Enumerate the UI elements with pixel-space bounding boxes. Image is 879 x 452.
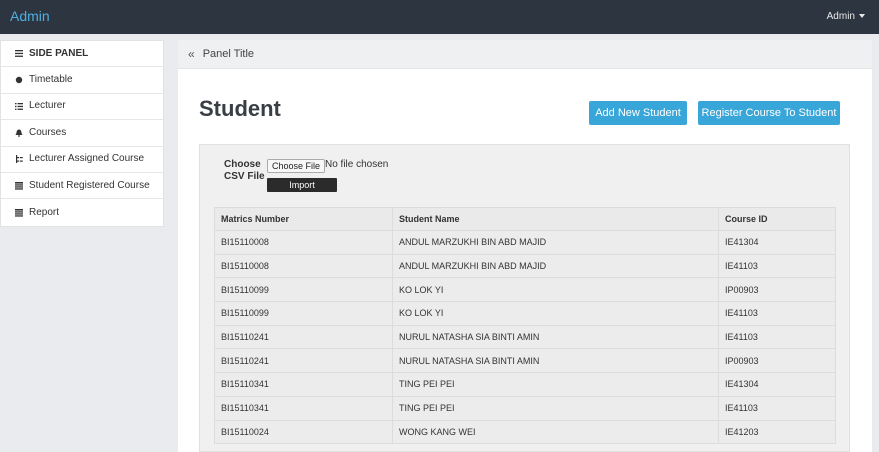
caret-down-icon (859, 14, 865, 19)
list-icon (15, 102, 23, 110)
sidebar-item-courses[interactable]: Courses (1, 120, 163, 147)
course-id-cell: IE41203 (718, 419, 836, 445)
name-cell: ANDUL MARZUKHI BIN ABD MAJID (392, 253, 719, 279)
file-status-text: No file chosen (325, 159, 389, 170)
sidebar-item-report[interactable]: Report (1, 199, 163, 225)
course-id-cell: IP00903 (718, 348, 836, 374)
student-course-table: Matrics Number Student Name Course ID BI… (214, 207, 836, 445)
column-header-matrics[interactable]: Matrics Number (214, 207, 393, 231)
course-id-cell: IE41304 (718, 372, 836, 397)
sidebar-item-lecturer[interactable]: Lecturer (1, 94, 163, 121)
course-id-cell: IE41103 (718, 253, 836, 279)
table-row: BI15110341 TING PEI PEI IE41304 (214, 372, 836, 397)
main-panel: « Panel Title Student Add New Student Re… (178, 40, 872, 452)
tree-icon (15, 155, 23, 164)
import-button[interactable]: Import (267, 178, 337, 192)
table-icon (15, 208, 23, 217)
sidebar-item-label: Courses (29, 126, 67, 138)
name-cell: TING PEI PEI (392, 372, 719, 397)
table-header-row: Matrics Number Student Name Course ID (214, 207, 836, 231)
name-cell: WONG KANG WEI (392, 419, 719, 445)
table-row: BI15110241 NURUL NATASHA SIA BINTI AMIN IP… (214, 348, 836, 374)
matrics-cell: BI15110008 (214, 253, 393, 279)
circle-icon (15, 76, 23, 84)
name-cell: ANDUL MARZUKHI BIN ABD MAJID (392, 230, 719, 255)
matrics-cell: BI15110099 (214, 277, 393, 303)
course-id-cell: IE41304 (718, 230, 836, 255)
sidebar-header: SIDE PANEL (1, 41, 163, 68)
table-icon (15, 181, 23, 190)
brand-logo[interactable]: Admin (10, 8, 50, 24)
course-id-cell: IE41103 (718, 324, 836, 350)
table-row: BI15110024 WONG KANG WEI IE41203 (214, 419, 836, 445)
name-cell: NURUL NATASHA SIA BINTI AMIN (392, 324, 719, 350)
double-chevron-left-icon[interactable]: « (188, 47, 195, 61)
sidebar-header-label: SIDE PANEL (29, 47, 89, 59)
sidebar-item-label: Student Registered Course (29, 179, 150, 191)
import-section: Choose CSV File Choose File No file chos… (199, 144, 850, 452)
table-row: BI15110008 ANDUL MARZUKHI BIN ABD MAJID IE… (214, 230, 836, 255)
table-row: BI15110099 KO LOK YI IP00903 (214, 277, 836, 303)
sidebar-item-label: Timetable (29, 74, 73, 86)
matrics-cell: BI15110024 (214, 419, 393, 445)
register-course-button[interactable]: Register Course To Student (698, 101, 840, 125)
choose-file-button[interactable]: Choose File (267, 159, 326, 173)
sidebar-item-timetable[interactable]: Timetable (1, 67, 163, 94)
name-cell: TING PEI PEI (392, 395, 719, 421)
sidebar-item-label: Lecturer (29, 100, 66, 112)
list-icon (15, 50, 23, 58)
page-title: Student (199, 96, 281, 121)
table-row: BI15110341 TING PEI PEI IE41103 (214, 395, 836, 421)
course-id-cell: IP00903 (718, 277, 836, 303)
table-row: BI15110241 NURUL NATASHA SIA BINTI AMIN IE… (214, 324, 836, 350)
csv-file-label: Choose CSV File (224, 159, 265, 183)
table-row: BI15110099 KO LOK YI IE41103 (214, 301, 836, 326)
name-cell: KO LOK YI (392, 277, 719, 303)
course-id-cell: IE41103 (718, 395, 836, 421)
user-menu[interactable]: Admin (827, 11, 865, 22)
column-header-name[interactable]: Student Name (392, 207, 719, 231)
sidebar-item-student-registered-course[interactable]: Student Registered Course (1, 173, 163, 200)
top-navbar: Admin Admin (0, 0, 879, 34)
sidebar-item-label: Report (29, 206, 60, 218)
user-menu-label: Admin (826, 11, 855, 22)
course-id-cell: IE41103 (718, 301, 836, 326)
matrics-cell: BI15110008 (214, 230, 393, 255)
matrics-cell: BI15110341 (214, 372, 393, 397)
name-cell: NURUL NATASHA SIA BINTI AMIN (392, 348, 719, 374)
table-row: BI15110008 ANDUL MARZUKHI BIN ABD MAJID IE… (214, 253, 836, 279)
sidebar-item-lecturer-assigned-course[interactable]: Lecturer Assigned Course (1, 147, 163, 173)
sidebar-item-label: Lecturer Assigned Course (29, 153, 145, 165)
column-header-course-id[interactable]: Course ID (718, 207, 836, 231)
matrics-cell: BI15110341 (214, 395, 393, 421)
add-new-student-button[interactable]: Add New Student (589, 101, 687, 125)
matrics-cell: BI15110241 (214, 324, 393, 350)
panel-title: Panel Title (202, 48, 255, 60)
bell-icon (15, 129, 23, 137)
matrics-cell: BI15110099 (214, 301, 393, 326)
matrics-cell: BI15110241 (214, 348, 393, 374)
name-cell: KO LOK YI (392, 301, 719, 326)
csv-label-line2: CSV File (224, 171, 265, 182)
csv-label-line1: Choose (224, 159, 261, 170)
panel-header: « Panel Title (178, 40, 872, 69)
sidebar: SIDE PANEL Timetable Lecturer Courses Le… (0, 40, 164, 227)
